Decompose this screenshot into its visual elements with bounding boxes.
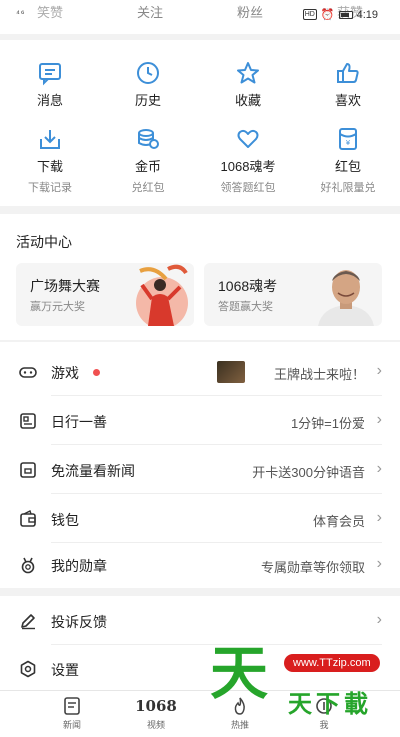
grid-item-download[interactable]: 下载 下载记录 [0, 126, 100, 195]
grid-label: 金币 [134, 159, 161, 174]
grid-sublabel: 下载记录 [28, 182, 72, 194]
nav-label: 新闻 [62, 720, 81, 730]
grid-sublabel: 兑红包 [131, 182, 165, 194]
list-item-value: 开卡送300分钟语音 [252, 465, 365, 480]
message-icon [39, 63, 61, 86]
list-item-games[interactable]: 游戏 王牌战士来啦！ › [0, 347, 400, 396]
list-item-label: 设置 [51, 662, 79, 678]
grid-label: 喜欢 [334, 93, 361, 108]
quick-actions-grid: 消息 历史 收藏 喜欢 下载 下载记录 金币 兑红包 1068魂考 领答题红包 … [0, 40, 400, 206]
signal-indicator: ⁴⁶ [16, 8, 26, 18]
grid-item-red-packet[interactable]: ¥ 红包 好礼限量兑 [298, 126, 398, 195]
list-item-free-data-news[interactable]: 免流量看新闻 开卡送300分钟语音 › [0, 445, 400, 494]
list-item-label: 投诉反馈 [51, 614, 107, 630]
charity-icon [20, 413, 36, 429]
top-header: 笑赞 关注 粉丝 获赞 ⁴⁶ HD ⏰ 4:19 [0, 0, 400, 34]
red-packet-icon: ¥ [339, 128, 357, 150]
nav-label: 视频 [146, 720, 165, 730]
list-item-feedback[interactable]: 投诉反馈 › [0, 596, 400, 645]
heart-icon [237, 129, 259, 148]
chevron-right-icon: › [376, 411, 382, 428]
watermark: 天 www.TTzip.com 天下載 [208, 639, 388, 720]
activity-center: 活动中心 广场舞大赛 赢万元大奖 1068魂考 答题赢大奖 [0, 214, 400, 340]
grid-item-message[interactable]: 消息 [0, 60, 100, 109]
list-item-value: 体育会员 [312, 514, 365, 529]
section-title: 活动中心 [16, 234, 72, 250]
grid-item-quiz[interactable]: 1068魂考 领答题红包 [198, 126, 298, 195]
list-item-charity[interactable]: 日行一善 1分钟=1份爱 › [0, 396, 400, 445]
star-icon [237, 62, 259, 84]
grid-item-coins[interactable]: 金币 兑红包 [98, 126, 198, 195]
nav-video[interactable]: 1068 视频 [121, 696, 191, 731]
list-item-label: 日行一善 [51, 414, 107, 430]
status-right: HD ⏰ 4:19 [302, 8, 378, 21]
menu-list: 游戏 王牌战士来啦！ › 日行一善 1分钟=1份爱 › 免流量看新闻 开卡送30… [0, 342, 400, 588]
thumbs-up-icon [337, 63, 359, 83]
watermark-logo-char: 天 [210, 639, 269, 707]
chevron-right-icon: › [376, 555, 382, 572]
chevron-right-icon: › [376, 611, 382, 628]
sim-card-icon [20, 462, 36, 478]
list-item-value: 专属勋章等你领取 [260, 560, 365, 575]
alarm-icon: ⏰ [320, 9, 335, 21]
host-portrait [318, 270, 374, 326]
grid-label: 消息 [36, 93, 63, 108]
clock-icon [137, 62, 159, 84]
settings-icon [20, 660, 36, 678]
chevron-right-icon: › [376, 460, 382, 477]
activity-sub: 赢万元大奖 [30, 301, 85, 313]
grid-label: 红包 [334, 159, 361, 174]
grid-label: 1068魂考 [220, 159, 276, 174]
list-item-value: 王牌战士来啦！ [273, 367, 365, 382]
watermark-text: 天下載 [288, 691, 372, 718]
coin-icon [138, 129, 159, 149]
news-icon [64, 697, 80, 715]
chevron-right-icon: › [376, 509, 382, 526]
watermark-url: www.TTzip.com [284, 654, 380, 672]
activity-card-quiz[interactable]: 1068魂考 答题赢大奖 [204, 263, 382, 326]
pencil-icon [21, 614, 35, 630]
activity-card-dance[interactable]: 广场舞大赛 赢万元大奖 [16, 263, 194, 326]
activity-sub: 答题赢大奖 [218, 301, 273, 313]
download-icon [40, 130, 60, 149]
list-item-label: 我的勋章 [51, 558, 107, 574]
svg-text:¥: ¥ [346, 139, 351, 147]
gamepad-icon [19, 367, 37, 378]
grid-label: 历史 [134, 93, 161, 108]
grid-item-favorites[interactable]: 收藏 [198, 60, 298, 109]
dancer-illustration [136, 264, 188, 326]
chevron-right-icon: › [376, 362, 382, 379]
list-item-label: 钱包 [51, 512, 79, 528]
hd-badge: HD [302, 9, 317, 20]
list-item-value: 1分钟=1份爱 [290, 416, 365, 431]
grid-item-likes[interactable]: 喜欢 [298, 60, 398, 109]
wallet-icon [20, 510, 36, 527]
status-bar: ⁴⁶ HD ⏰ 4:19 [0, 8, 400, 22]
battery-icon [338, 10, 353, 19]
grid-label: 收藏 [234, 93, 261, 108]
notification-dot [93, 369, 100, 376]
grid-sublabel: 领答题红包 [220, 182, 276, 194]
grid-item-history[interactable]: 历史 [98, 60, 198, 109]
list-item-label: 免流量看新闻 [51, 463, 135, 479]
medal-icon [21, 557, 35, 574]
list-item-label: 游戏 [51, 365, 79, 381]
video-1068-icon: 1068 [135, 697, 177, 715]
activity-name: 1068魂考 [218, 278, 278, 294]
game-thumbnail [217, 361, 245, 383]
nav-news[interactable]: 新闻 [37, 696, 107, 731]
list-item-medals[interactable]: 我的勋章 专属勋章等你领取 › [0, 540, 400, 589]
list-item-wallet[interactable]: 钱包 体育会员 › [0, 494, 400, 543]
grid-sublabel: 好礼限量兑 [320, 182, 376, 194]
grid-label: 下载 [36, 159, 63, 174]
activity-name: 广场舞大赛 [30, 278, 100, 294]
clock-time: 4:19 [356, 8, 378, 21]
